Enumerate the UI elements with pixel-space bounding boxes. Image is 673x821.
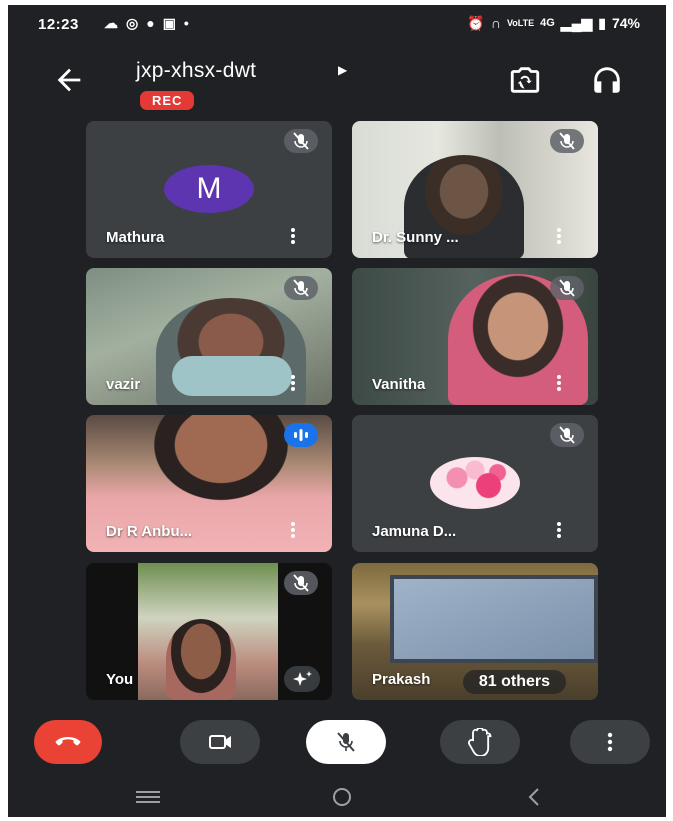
mic-off-icon	[559, 132, 575, 150]
participant-name: vazir	[106, 376, 141, 393]
dot-icon: •	[183, 15, 189, 31]
raise-hand-icon	[467, 728, 492, 756]
raise-hand-button[interactable]	[440, 720, 520, 764]
signal-icon: ▂▄▆	[560, 15, 593, 31]
chrome-icon: ●	[146, 15, 155, 31]
participant-tile-self[interactable]: You	[86, 563, 332, 700]
mic-off-badge	[284, 571, 318, 595]
mic-off-icon	[293, 132, 309, 150]
participant-name: Prakash	[372, 671, 431, 688]
call-controls	[8, 710, 666, 770]
face-mask	[172, 356, 292, 396]
headphones-icon	[594, 67, 620, 93]
phone-screen: 12:23 ☁ ◎ ● ▣ • ⏰ ∩ VoLTE 4G ▂▄▆ ▮ 74% j…	[8, 5, 666, 817]
more-options-button[interactable]	[554, 373, 564, 393]
mic-off-badge	[284, 129, 318, 153]
chevron-left-icon	[528, 788, 539, 806]
mic-off-icon	[293, 279, 309, 297]
participant-tile-vazir[interactable]: vazir	[86, 268, 332, 405]
more-options-button[interactable]	[554, 226, 564, 246]
status-time: 12:23	[38, 16, 79, 33]
audio-level-icon	[294, 429, 308, 441]
participant-tile-dr-sunny[interactable]: Dr. Sunny ...	[352, 121, 598, 258]
switch-camera-icon	[510, 67, 540, 93]
menu-icon	[136, 791, 160, 803]
participant-name: Vanitha	[372, 376, 426, 393]
participant-name: Dr. Sunny ...	[372, 229, 459, 246]
status-bar: 12:23 ☁ ◎ ● ▣ • ⏰ ∩ VoLTE 4G ▂▄▆ ▮ 74%	[8, 5, 666, 45]
participant-name: Jamuna D...	[372, 523, 457, 540]
camera-toggle-button[interactable]	[180, 720, 260, 764]
video-face	[166, 619, 236, 700]
more-options-button[interactable]	[554, 520, 564, 540]
system-icons: ⏰ ∩ VoLTE 4G ▂▄▆ ▮ 74%	[467, 14, 640, 32]
mic-off-icon	[337, 732, 355, 752]
others-count[interactable]: 81 others	[462, 670, 566, 694]
video-feed	[390, 575, 598, 663]
network-type: 4G	[540, 17, 555, 29]
mic-off-icon	[559, 426, 575, 444]
end-call-icon	[55, 737, 81, 746]
whatsapp-icon: ◎	[126, 15, 139, 31]
mic-off-badge	[550, 276, 584, 300]
more-options-button[interactable]	[288, 373, 298, 393]
home-circle-icon	[333, 788, 351, 806]
mic-off-badge	[284, 276, 318, 300]
notification-icons: ☁ ◎ ● ▣ •	[104, 14, 189, 32]
effects-button[interactable]	[284, 666, 320, 692]
more-options-button[interactable]	[570, 720, 650, 764]
participant-name: Mathura	[106, 229, 165, 246]
participant-tile-jamuna-d[interactable]: Jamuna D...	[352, 415, 598, 552]
mic-off-icon	[559, 279, 575, 297]
back-button[interactable]	[52, 63, 86, 97]
caret-right-icon[interactable]: ▶	[338, 63, 347, 77]
participant-tile-dr-r-anbu[interactable]: Dr R Anbu...	[86, 415, 332, 552]
participant-tile-mathura[interactable]: M Mathura	[86, 121, 332, 258]
avatar	[430, 457, 520, 509]
microphone-toggle-button[interactable]	[306, 720, 386, 764]
meeting-title[interactable]: jxp-xhsx-dwt	[136, 59, 256, 83]
camera-icon	[209, 735, 231, 749]
effects-icon	[293, 671, 312, 686]
switch-camera-button[interactable]	[508, 63, 542, 97]
volte-icon: VoLTE	[506, 18, 535, 28]
meeting-header: jxp-xhsx-dwt ▶ REC	[8, 53, 666, 123]
participant-name: You	[106, 671, 134, 688]
recording-badge: REC	[140, 91, 195, 110]
cloud-icon: ☁	[104, 15, 118, 31]
mic-off-badge	[550, 129, 584, 153]
mic-off-badge	[550, 423, 584, 447]
mic-off-icon	[293, 574, 309, 592]
more-options-button[interactable]	[288, 226, 298, 246]
more-options-button[interactable]	[288, 520, 298, 540]
battery-icon: ▮	[598, 15, 606, 31]
participant-name: Dr R Anbu...	[106, 523, 193, 540]
alarm-icon: ⏰	[467, 15, 485, 31]
battery-percent: 74%	[611, 15, 640, 31]
home-button[interactable]	[322, 785, 362, 809]
audio-output-button[interactable]	[590, 63, 624, 97]
more-vert-icon	[607, 732, 613, 752]
calendar-icon: ▣	[162, 15, 176, 31]
back-arrow-icon	[57, 68, 81, 92]
video-feed	[136, 415, 306, 515]
participant-tile-vanitha[interactable]: Vanitha	[352, 268, 598, 405]
participant-tile-prakash[interactable]: Prakash 81 others	[352, 563, 598, 700]
back-nav-button[interactable]	[514, 785, 554, 809]
end-call-button[interactable]	[34, 720, 102, 764]
system-navigation-bar	[8, 777, 666, 817]
speaking-indicator	[284, 423, 318, 447]
headset-status-icon: ∩	[490, 15, 501, 31]
avatar: M	[164, 165, 254, 213]
recent-apps-button[interactable]	[128, 785, 168, 809]
